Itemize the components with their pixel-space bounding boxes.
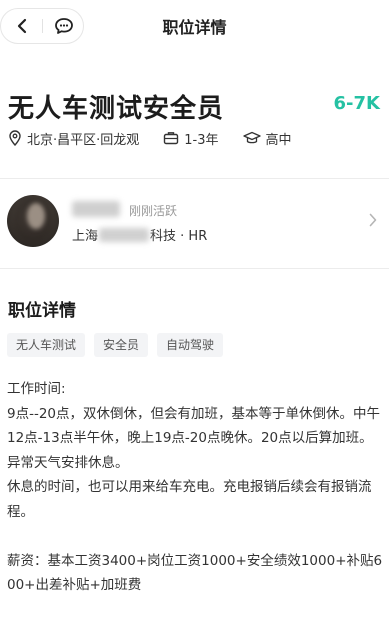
job-title: 无人车测试安全员	[8, 94, 225, 124]
experience-text: 1-3年	[184, 132, 219, 148]
job-description: 工作时间: 9点--20点，双休倒休，但会有加班，基本等于单休倒休。中午12点-…	[7, 377, 383, 598]
section-title: 职位详情	[8, 301, 76, 321]
divider	[0, 268, 389, 269]
job-experience: 1-3年	[163, 129, 219, 148]
job-detail-page: 职位详情 无人车测试安全员 6-7K 北京·昌平区·回龙观 1-3年 高中 刚刚…	[0, 0, 389, 630]
recruiter-chevron[interactable]	[369, 212, 377, 231]
location-text: 北京·昌平区·回龙观	[27, 132, 140, 148]
job-tag: 安全员	[94, 333, 149, 357]
salary: 6-7K	[333, 93, 380, 114]
chevron-right-icon	[369, 213, 377, 227]
recruiter-avatar[interactable]	[7, 195, 59, 247]
job-meta: 北京·昌平区·回龙观 1-3年 高中	[8, 128, 316, 148]
education-text: 高中	[265, 132, 292, 148]
divider	[0, 178, 389, 179]
location-icon	[9, 130, 21, 146]
job-tags: 无人车测试 安全员 自动驾驶	[7, 333, 232, 357]
job-location: 北京·昌平区·回龙观	[8, 129, 139, 148]
company-name-blurred	[99, 227, 150, 242]
education-cap-icon	[242, 131, 261, 144]
company-prefix: 上海	[72, 229, 99, 244]
description-line: 薪资：基本工资3400+岗位工资1000+安全绩效1000+补贴600+出差补贴…	[7, 552, 383, 594]
job-tag: 自动驾驶	[157, 333, 224, 357]
job-tag: 无人车测试	[7, 333, 86, 357]
description-line: 工作时间:	[7, 381, 66, 397]
job-education: 高中	[242, 129, 292, 148]
company-suffix: 科技 · HR	[150, 229, 208, 244]
briefcase-icon	[164, 132, 179, 145]
page-title: 职位详情	[162, 18, 227, 37]
top-bar: 职位详情	[0, 0, 389, 52]
description-line	[7, 524, 383, 549]
recruiter-name-blurred	[72, 201, 120, 217]
description-line: 休息的时间，也可以用来给车充电。充电报销后续会有报销流程。	[7, 479, 372, 520]
active-status: 刚刚活跃	[129, 204, 178, 218]
description-line: 9点--20点，双休倒休，但会有加班，基本等于单休倒休。中午12点-13点半午休…	[7, 405, 381, 471]
recruiter-company[interactable]: 上海 科技 · HR	[72, 225, 207, 244]
